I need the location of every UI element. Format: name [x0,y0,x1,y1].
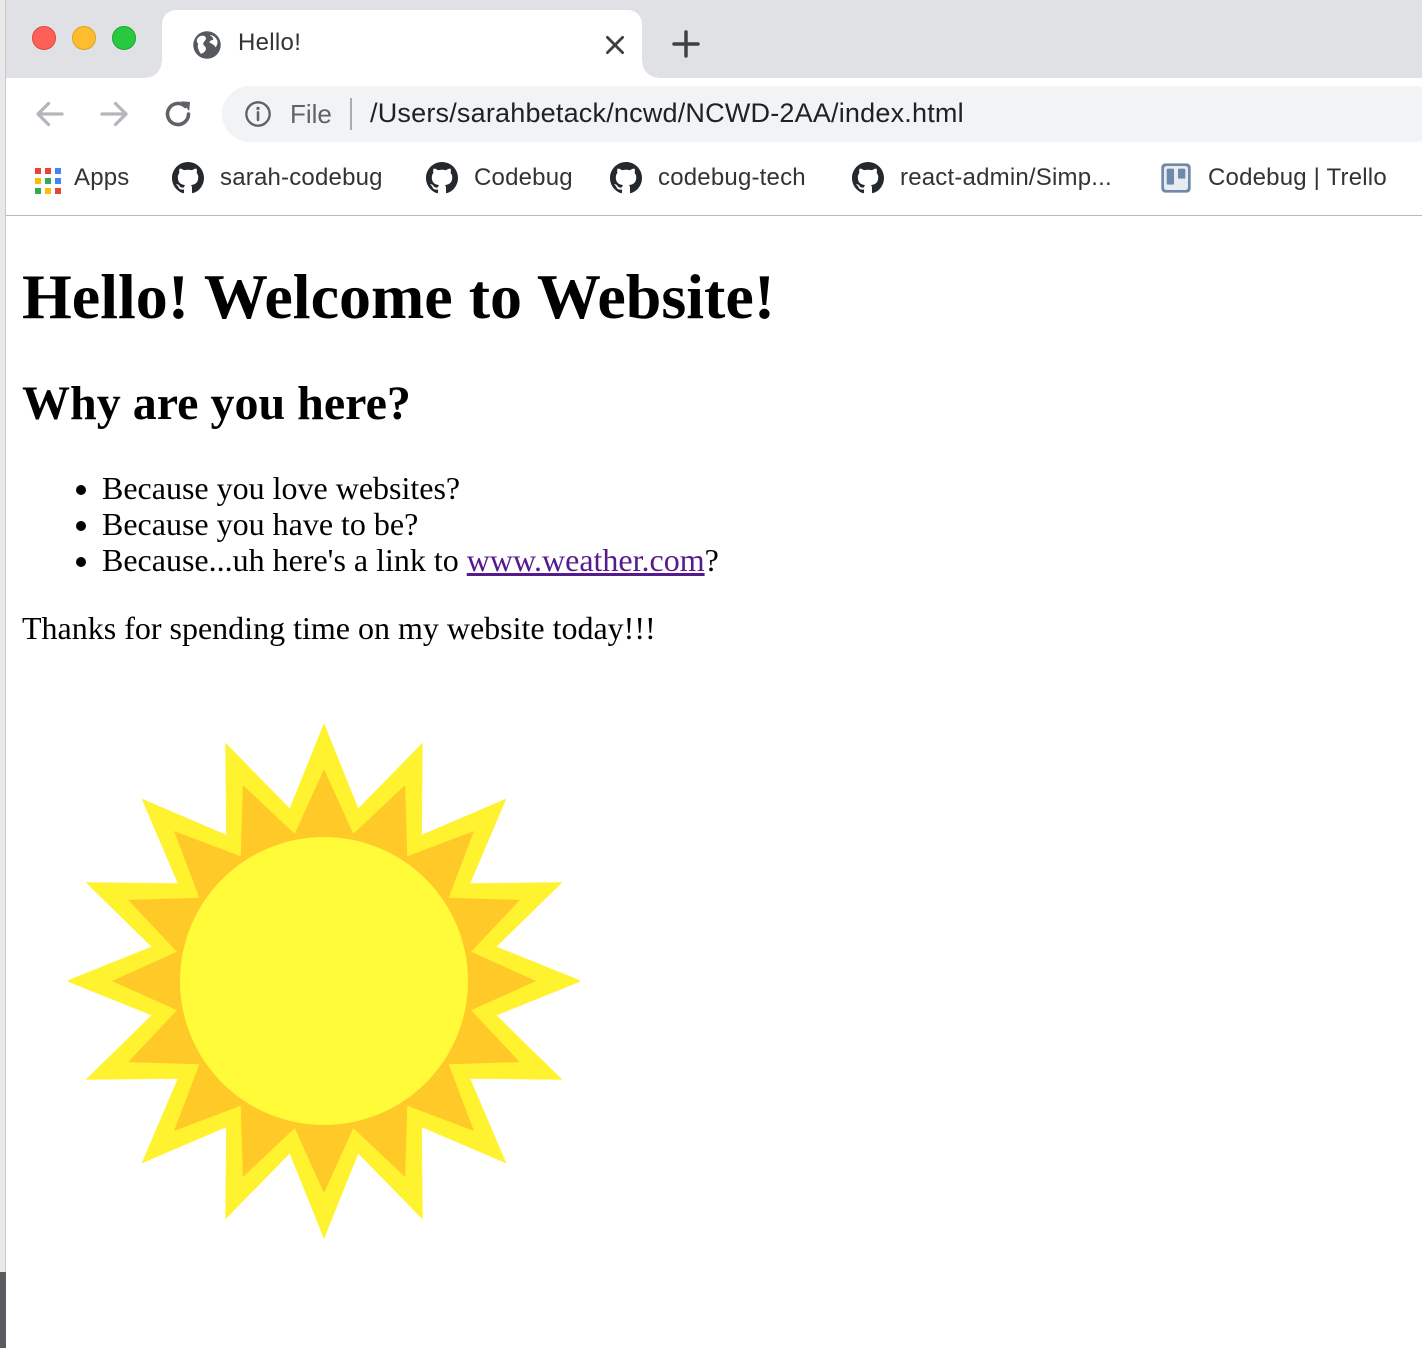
list-item-suffix: ? [704,542,719,578]
browser-toolbar: File /Users/sarahbetack/ncwd/NCWD-2AA/in… [6,78,1422,150]
list-item: Because...uh here's a link to www.weathe… [102,542,719,578]
closing-text: Thanks for spending time on my website t… [22,610,656,646]
list-item: Because you have to be? [102,506,719,542]
bookmark-label: react-admin/Simp... [900,164,1112,191]
list-item-text: Because...uh here's a link to [102,542,467,578]
window-minimize-button[interactable] [72,26,96,50]
github-icon [610,162,642,194]
tab-strip: Hello! [6,0,1422,78]
close-icon[interactable] [602,32,628,58]
tab-title: Hello! [238,29,302,56]
page-title: Hello! Welcome to Website! [22,261,776,332]
info-icon[interactable] [244,100,272,128]
back-arrow-icon[interactable] [32,96,68,132]
github-icon [172,162,204,194]
bookmark-codebug-tech[interactable]: codebug-tech [610,162,806,194]
bookmark-label: sarah-codebug [220,164,383,191]
apps-grid-icon [32,165,61,194]
bookmark-sarah-codebug[interactable]: sarah-codebug [172,162,383,194]
globe-icon [193,31,221,59]
window-maximize-button[interactable] [112,26,136,50]
bookmark-codebug[interactable]: Codebug [426,162,573,194]
reasons-list: Because you love websites? Because you h… [22,470,719,578]
trello-icon [1161,163,1191,193]
reload-icon[interactable] [160,96,196,132]
bookmark-label: codebug-tech [658,164,806,191]
page-subheading: Why are you here? [22,377,411,430]
bookmark-apps[interactable]: Apps [32,162,130,194]
sun-disc [180,837,468,1125]
bookmark-label: Apps [74,164,130,191]
bookmark-label: Codebug | Trello [1208,164,1387,191]
window-close-button[interactable] [32,26,56,50]
scheme-label: File [290,99,332,129]
bookmark-react-admin[interactable]: react-admin/Simp... [852,162,1112,194]
edge-dark-block [0,1272,6,1348]
list-item: Because you love websites? [102,470,719,506]
forward-arrow-icon[interactable] [96,96,132,132]
weather-link[interactable]: www.weather.com [467,542,705,578]
omnibox-separator [350,98,352,130]
bookmarks-bar: Apps sarah-codebug Codebug codebug-tech … [6,150,1422,216]
sun-icon [68,723,580,1239]
address-bar[interactable]: File /Users/sarahbetack/ncwd/NCWD-2AA/in… [222,86,1422,142]
new-tab-button[interactable] [670,28,702,60]
github-icon [426,162,458,194]
bookmark-trello[interactable]: Codebug | Trello [1160,162,1387,194]
tab-hello[interactable]: Hello! [146,10,658,78]
url-text[interactable]: /Users/sarahbetack/ncwd/NCWD-2AA/index.h… [370,98,964,129]
github-icon [852,162,884,194]
bookmark-label: Codebug [474,164,573,191]
